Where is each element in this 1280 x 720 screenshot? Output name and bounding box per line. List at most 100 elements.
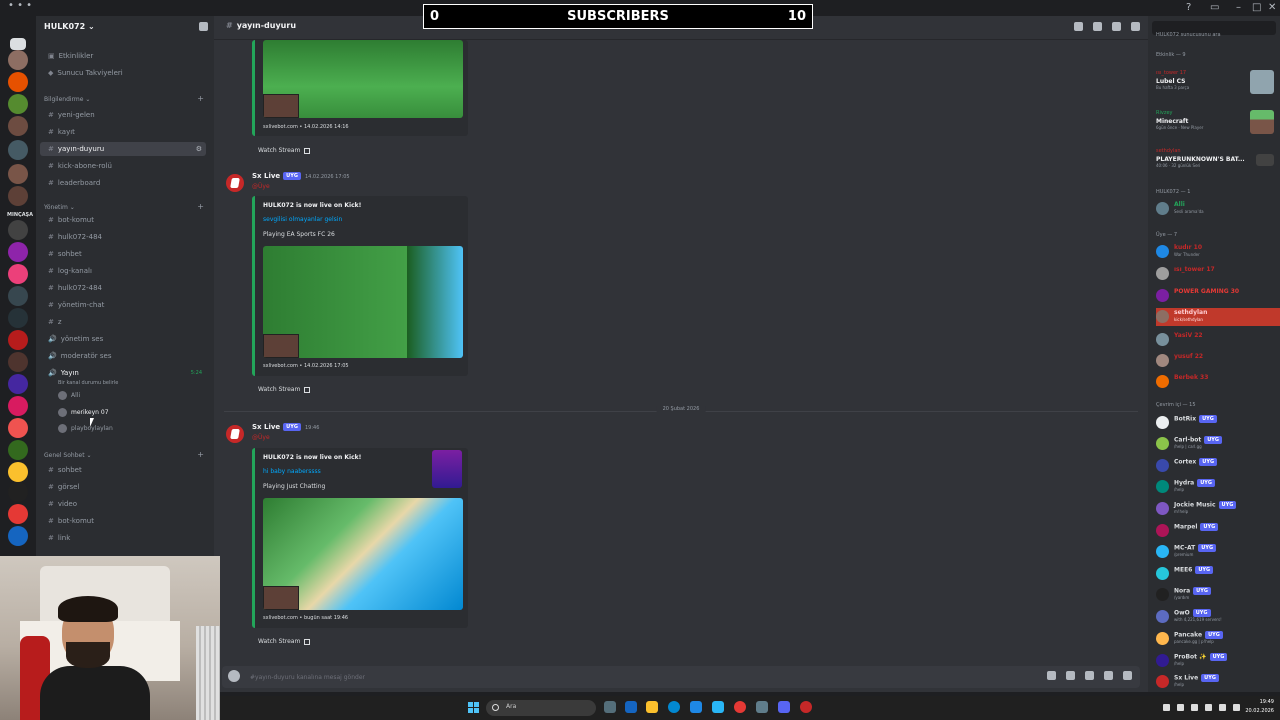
- taskbar-search[interactable]: Ara: [486, 700, 596, 716]
- avatar[interactable]: [226, 425, 244, 443]
- server-icon[interactable]: [8, 396, 28, 416]
- channel-item[interactable]: # link: [36, 531, 206, 545]
- member-item[interactable]: MC-AT UYG/premium: [1156, 543, 1280, 561]
- server-icon[interactable]: [8, 116, 28, 136]
- voice-channel-item[interactable]: 🔊 yönetim ses: [36, 332, 206, 346]
- channel-item[interactable]: # hulk072-484: [36, 281, 206, 295]
- volume-icon[interactable]: [1219, 704, 1226, 711]
- copilot-icon[interactable]: [625, 701, 637, 713]
- channel-item[interactable]: # z: [36, 315, 206, 329]
- channel-item[interactable]: # yönetim-chat: [36, 298, 206, 312]
- member-item[interactable]: Pancake UYG pancake.gg | p!help: [1156, 630, 1280, 648]
- voice-user[interactable]: Alli: [58, 390, 80, 402]
- add-channel-icon[interactable]: +: [197, 202, 204, 211]
- server-icon[interactable]: [8, 50, 28, 70]
- message-author[interactable]: Sx Live UYG 19:46: [252, 423, 319, 431]
- server-icon[interactable]: [8, 462, 28, 482]
- member-item[interactable]: OwO UYG with 4,221,619 servers!: [1156, 608, 1280, 626]
- apps-icon[interactable]: [1123, 671, 1132, 680]
- store-icon[interactable]: [690, 701, 702, 713]
- channel-item-active[interactable]: # yayın-duyuru ⚙: [40, 142, 206, 156]
- server-icon[interactable]: [8, 286, 28, 306]
- server-icon[interactable]: [8, 140, 28, 160]
- server-icon[interactable]: [8, 242, 28, 262]
- minimize-icon[interactable]: –: [1236, 2, 1241, 13]
- add-channel-icon[interactable]: +: [197, 94, 204, 103]
- server-icon[interactable]: [8, 352, 28, 372]
- chevron-up-icon[interactable]: [1163, 704, 1170, 711]
- member-item[interactable]: yusuf 22: [1156, 352, 1280, 370]
- watch-stream-button[interactable]: Watch Stream: [252, 144, 316, 158]
- voice-user[interactable]: merikeyn 07: [58, 407, 109, 419]
- server-icon[interactable]: [8, 418, 28, 438]
- stream-thumbnail[interactable]: [263, 498, 463, 610]
- member-item[interactable]: Hydra UYG/help: [1156, 478, 1280, 496]
- server-icon[interactable]: [8, 504, 28, 524]
- inbox-icon[interactable]: ▭: [1210, 2, 1219, 13]
- telegram-icon[interactable]: [712, 701, 724, 713]
- member-item[interactable]: POWER GAMING 30: [1156, 287, 1280, 305]
- member-item[interactable]: Nora UYG/yardım: [1156, 586, 1280, 604]
- watch-stream-button[interactable]: Watch Stream: [252, 383, 316, 397]
- member-item[interactable]: ısı_tower 17: [1156, 265, 1280, 283]
- channel-item[interactable]: # yeni-gelen: [36, 108, 206, 122]
- member-item[interactable]: Sx Live UYG/help: [1156, 673, 1280, 691]
- server-icon[interactable]: [8, 220, 28, 240]
- message-input[interactable]: [250, 671, 1010, 683]
- member-item[interactable]: kudır 10 War Thunder: [1156, 243, 1280, 261]
- server-icon[interactable]: [8, 482, 28, 502]
- clock[interactable]: 19:49 20.02.2026: [1245, 698, 1274, 716]
- edge-icon[interactable]: [668, 701, 680, 713]
- category-header[interactable]: Genel Sohbet ⌄: [44, 452, 91, 459]
- members-icon[interactable]: [1131, 22, 1140, 31]
- close-icon[interactable]: ✕: [1268, 2, 1276, 13]
- server-icon[interactable]: [8, 308, 28, 328]
- task-view-icon[interactable]: [604, 701, 616, 713]
- channel-item[interactable]: # kick-abone-rolü: [36, 159, 206, 173]
- add-channel-icon[interactable]: +: [197, 450, 204, 459]
- channel-item[interactable]: # video: [36, 497, 206, 511]
- voice-user[interactable]: playboylaylan: [58, 423, 113, 435]
- nvidia-icon[interactable]: [1191, 704, 1198, 711]
- cloud-icon[interactable]: [1177, 704, 1184, 711]
- channel-item[interactable]: # görsel: [36, 480, 206, 494]
- member-item[interactable]: Marpel UYG: [1156, 522, 1280, 540]
- member-item[interactable]: Carl-bot UYG/help | carl.gg: [1156, 435, 1280, 453]
- server-boosts-link[interactable]: ◆ Sunucu Takviyeleri: [36, 66, 206, 80]
- chrome-icon[interactable]: [734, 701, 746, 713]
- server-icon[interactable]: [8, 526, 28, 546]
- network-icon[interactable]: [1205, 704, 1212, 711]
- add-member-icon[interactable]: [199, 22, 208, 31]
- channel-item[interactable]: # log-kanalı: [36, 264, 206, 278]
- member-item[interactable]: ProBot ✨ UYG/help: [1156, 652, 1280, 670]
- stream-thumbnail[interactable]: [263, 40, 463, 118]
- settings-gear-icon[interactable]: ⚙: [196, 142, 202, 156]
- activity-card[interactable]: Rivzey Minecraft 6gün önce · New Player: [1156, 110, 1280, 140]
- discord-icon[interactable]: [778, 701, 790, 713]
- activity-card[interactable]: ısı_tower 17 Lubel CS Bu hafta 3 parça: [1156, 70, 1280, 100]
- threads-icon[interactable]: [1074, 22, 1083, 31]
- add-attachment-icon[interactable]: [228, 670, 240, 682]
- embed-link[interactable]: sevgilisi olmayanlar gelsin: [263, 216, 342, 223]
- server-search[interactable]: [1152, 21, 1276, 40]
- member-item[interactable]: Alli Sesli arama'da: [1156, 200, 1280, 218]
- server-icon[interactable]: [8, 94, 28, 114]
- role-mention[interactable]: @Üye: [252, 183, 270, 190]
- voice-channel-item[interactable]: 🔊 moderatör ses: [36, 349, 206, 363]
- windows-start-icon[interactable]: [468, 702, 480, 714]
- embed-link[interactable]: hi baby naaberssss: [263, 468, 321, 475]
- events-link[interactable]: ▣ Etkinlikler: [36, 49, 206, 63]
- activity-card[interactable]: sethdylan PLAYERUNKNOWN'S BAT... 40:06 ·…: [1156, 148, 1280, 178]
- sticker-icon[interactable]: [1085, 671, 1094, 680]
- channel-item[interactable]: # sohbet: [36, 247, 206, 261]
- member-item[interactable]: Cortex UYG: [1156, 457, 1280, 475]
- channel-item[interactable]: # kayıt: [36, 125, 206, 139]
- avatar[interactable]: [226, 174, 244, 192]
- server-icon[interactable]: [8, 186, 28, 206]
- server-icon[interactable]: [8, 330, 28, 350]
- maximize-icon[interactable]: □: [1252, 2, 1261, 13]
- voice-status[interactable]: Bir kanal durumu belirle: [58, 377, 118, 389]
- member-item[interactable]: MEE6 UYG: [1156, 565, 1280, 583]
- category-header[interactable]: Bilgilendirme ⌄: [44, 96, 90, 103]
- role-mention[interactable]: @Üye: [252, 434, 270, 441]
